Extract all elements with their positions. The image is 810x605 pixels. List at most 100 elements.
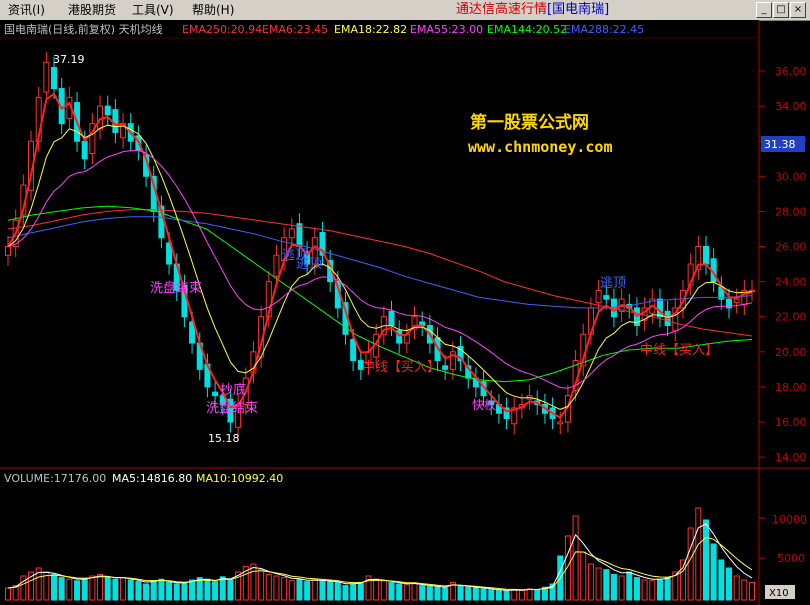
volume-bar (587, 563, 594, 601)
price-tick-label: 28.00 (775, 205, 807, 218)
candle-body (702, 246, 709, 265)
volume-bar (380, 580, 387, 601)
annotation-wash-2: 洗盘结束 (206, 400, 258, 416)
volume-bar (488, 589, 495, 601)
volume-bar (212, 581, 219, 601)
volume-bar (273, 575, 280, 601)
price-tick-label: 14.00 (775, 451, 807, 464)
volume-bar (656, 578, 663, 601)
volume-bar (181, 582, 188, 601)
volume-bar (457, 585, 464, 601)
candle-body (288, 228, 295, 239)
price-tick-label: 34.00 (775, 100, 807, 113)
volume-bar (695, 507, 702, 601)
stock-chart[interactable]: 国电南瑞(日线,前复权) 天机均线 EMA250:20.94 EMA6:23.45… (0, 20, 810, 605)
volume-bar (710, 543, 717, 601)
volume-bar (143, 583, 150, 601)
volume-bar (702, 519, 709, 601)
volume-bar (319, 580, 326, 601)
volume-bar (572, 515, 579, 601)
volume-bar (58, 577, 65, 601)
candle-body (43, 61, 50, 93)
volume-bar (495, 589, 502, 601)
volume-bar (357, 581, 364, 601)
volume-bar (20, 575, 27, 601)
candle-body (733, 298, 740, 304)
maximize-button[interactable]: □ (773, 2, 789, 18)
volume-bar (641, 579, 648, 601)
volume-bar (304, 581, 311, 601)
volume-tick-10000: 10000 (772, 513, 807, 526)
volume-bar (327, 581, 334, 601)
candle-body (296, 223, 303, 247)
volume-bar (472, 587, 479, 601)
candle-body (557, 421, 564, 425)
price-tick-label: 18.00 (775, 381, 807, 394)
volume-bar (311, 579, 318, 601)
candle-body (603, 295, 610, 300)
annotation-wash-1: 洗盘结束 (150, 280, 202, 296)
volume-bar (127, 579, 134, 601)
menu-info[interactable]: 资讯(I) (8, 2, 45, 18)
menu-help[interactable]: 帮助(H) (192, 2, 234, 18)
candle-body (212, 391, 219, 397)
volume-bar (749, 581, 755, 601)
volume-bar (89, 575, 96, 601)
volume-bar (741, 579, 748, 601)
volume-tick-5000: 5000 (777, 552, 805, 565)
volume-bar (204, 578, 211, 601)
volume-bar (74, 580, 81, 601)
candle-body (350, 339, 357, 362)
menu-hk-futures[interactable]: 港股期货 (68, 2, 116, 18)
volume-bar (442, 587, 449, 601)
volume-bar (564, 535, 571, 601)
volume-bar (135, 581, 142, 601)
candle-body (273, 254, 280, 277)
candle-body (112, 109, 119, 133)
volume-bar (480, 588, 487, 601)
volume-bar (150, 580, 157, 601)
candle-body (81, 140, 88, 160)
volume-bar (595, 567, 602, 601)
price-tick-label: 20.00 (775, 346, 807, 359)
close-button[interactable]: × (790, 2, 806, 18)
volume-ma10: MA10:10992.40 (196, 472, 283, 485)
volume-bar (649, 580, 656, 601)
price-tick-label: 30.00 (775, 170, 807, 183)
volume-bar (112, 578, 119, 601)
window-title: 通达信高速行情[国电南瑞] (456, 2, 610, 17)
candle-body (104, 105, 111, 116)
minimize-button[interactable]: _ (756, 2, 772, 18)
volume-bar (664, 577, 671, 601)
volume-bar (166, 581, 173, 601)
volume-bar (679, 559, 686, 601)
volume-bar (526, 588, 533, 601)
price-tick-label: 16.00 (775, 416, 807, 429)
annotation-top-2: 逃顶 (296, 257, 322, 272)
volume-bar (511, 589, 518, 601)
volume-bar (626, 571, 633, 601)
menu-bar: 资讯(I) 港股期货 工具(V) 帮助(H) 通达信高速行情[国电南瑞] _ □… (0, 0, 810, 21)
volume-bar (426, 585, 433, 601)
indicator-1: EMA6:23.45 (262, 23, 328, 36)
volume-bar (288, 580, 295, 601)
volume-bar (534, 589, 541, 601)
annotation-mid-buy-1: 中线【买入】 (362, 360, 440, 375)
window-stock: [国电南瑞] (547, 2, 610, 17)
candle-body (51, 66, 58, 90)
candle-body (5, 246, 11, 256)
volume-bar (173, 583, 180, 601)
price-tick-label: 26.00 (775, 241, 807, 254)
volume-bar (97, 573, 104, 601)
candle-body (97, 105, 104, 130)
volume-bar (465, 586, 472, 601)
price-tick-label: 36.00 (775, 65, 807, 78)
volume-bar (66, 578, 73, 601)
current-price-label: 31.38 (764, 138, 796, 151)
volume-bar (104, 576, 111, 601)
candle-body (442, 365, 449, 370)
volume-bar (219, 576, 226, 601)
menu-tools[interactable]: 工具(V) (132, 2, 174, 18)
volume-bar (733, 575, 740, 601)
volume-bar (258, 569, 265, 601)
